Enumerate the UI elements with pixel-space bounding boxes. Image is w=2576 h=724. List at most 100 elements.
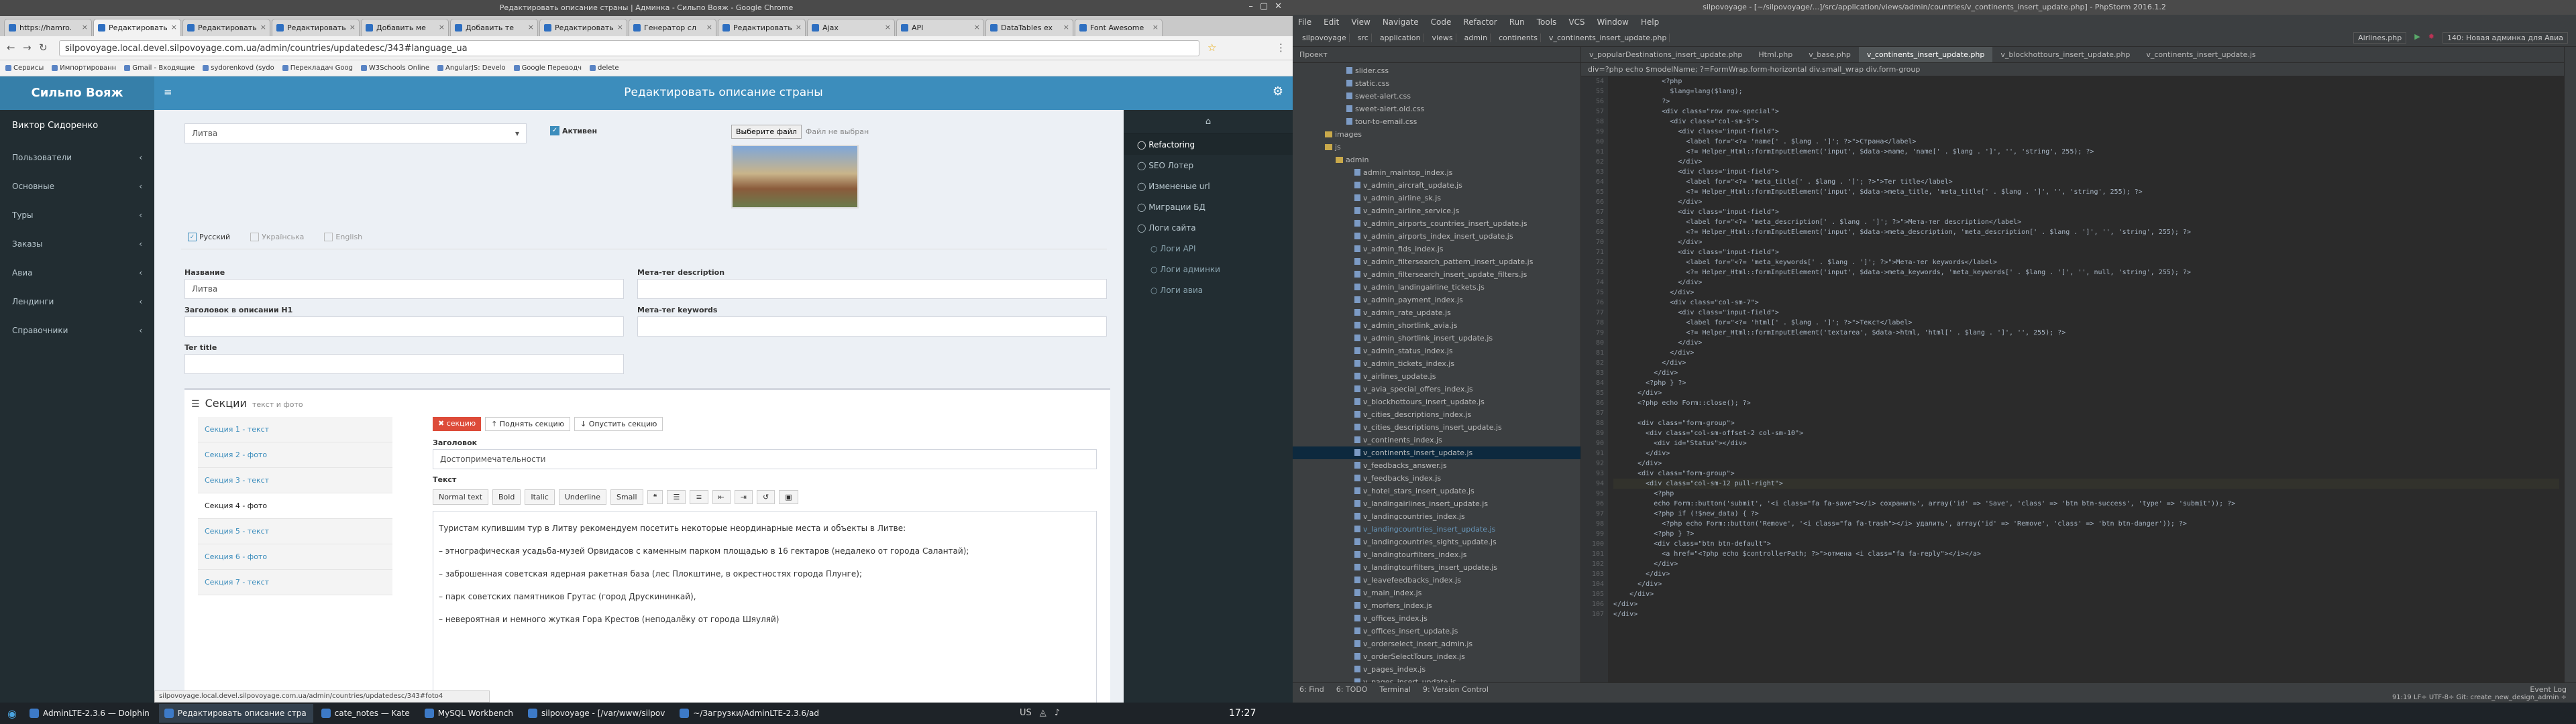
editor-tab[interactable]: v_continents_insert_update.js — [2138, 47, 2263, 62]
network-icon[interactable]: ◬ — [1040, 708, 1046, 718]
control-menu-item[interactable]: ◯ SEO Лотер — [1124, 155, 1293, 176]
ide-menu-item[interactable]: Refactor — [1463, 17, 1497, 27]
move-up-button[interactable]: ↑ Поднять секцию — [485, 417, 570, 431]
file-input[interactable]: Выберите файл Файл не выбран — [731, 125, 869, 139]
outdent-icon[interactable]: ⇤ — [712, 489, 731, 504]
country-select[interactable]: Литва ▾ — [184, 123, 527, 143]
control-menu-item[interactable]: ◯ Миграции БД — [1124, 196, 1293, 217]
run-icon[interactable]: ▶ — [2414, 32, 2420, 44]
undo-icon[interactable]: ↺ — [756, 489, 775, 504]
reload-icon[interactable]: ↻ — [39, 42, 48, 54]
tab-close-icon[interactable]: × — [171, 23, 177, 32]
taskbar-item[interactable]: cate_notes — Kate — [316, 704, 417, 723]
project-tree-item[interactable]: v_admin_shortlink_insert_update.js — [1293, 332, 1580, 345]
project-tree-item[interactable]: v_leavefeedbacks_index.js — [1293, 574, 1580, 587]
project-label[interactable]: Проект — [1299, 50, 1328, 59]
project-tree-item[interactable]: v_admin_airline_service.js — [1293, 204, 1580, 217]
meta-keywords-field[interactable] — [637, 316, 1107, 337]
sidebar-item[interactable]: Лендинги ‹ — [0, 288, 154, 316]
tab-close-icon[interactable]: × — [260, 23, 266, 32]
bookmark-star-icon[interactable]: ☆ — [1208, 42, 1216, 54]
event-log-button[interactable]: Event Log — [2530, 685, 2567, 694]
meta-description-field[interactable] — [637, 279, 1107, 299]
sidebar-item[interactable]: Туры ‹ — [0, 201, 154, 230]
ide-menu-item[interactable]: Window — [1597, 17, 1629, 27]
browser-tab[interactable]: DataTables ex × — [985, 19, 1073, 36]
ide-menu-item[interactable]: Help — [1641, 17, 1659, 27]
sidebar-item[interactable]: Заказы ‹ — [0, 230, 154, 259]
project-tree-item[interactable]: v_admin_status_index.js — [1293, 345, 1580, 357]
tool-window-tab[interactable]: 6: TODO — [1336, 685, 1368, 694]
control-menu-item[interactable]: ◯ Refactoring — [1124, 134, 1293, 155]
project-tree-item[interactable]: v_landingtourfilters_index.js — [1293, 548, 1580, 561]
project-tree-item[interactable]: v_avia_special_offers_index.js — [1293, 383, 1580, 396]
project-tree-item[interactable]: v_continents_insert_update.js — [1293, 446, 1580, 459]
editor-tab[interactable]: v_popularDestinations_insert_update.php — [1581, 47, 1750, 62]
browser-tab[interactable]: API × — [896, 19, 984, 36]
tab-close-icon[interactable]: × — [796, 23, 802, 32]
project-tree-item[interactable]: admin_maintop_index.js — [1293, 166, 1580, 179]
bookmark-item[interactable]: Импортированн — [52, 64, 116, 72]
control-menu-item[interactable]: ○ Логи API — [1124, 238, 1293, 259]
project-tree-item[interactable]: v_pages_index.js — [1293, 663, 1580, 676]
run-config-select[interactable]: Airlines.php — [2353, 32, 2407, 44]
taskbar-item[interactable]: silpovoyage - [/var/www/silpov — [523, 704, 672, 723]
project-tree-item[interactable]: sweet-alert.css — [1293, 90, 1580, 103]
ide-crumb-item[interactable]: admin — [1462, 34, 1491, 42]
h1-field[interactable] — [184, 316, 624, 337]
bookmark-item[interactable]: Gmail - Входящие — [124, 64, 195, 72]
toolbar-button[interactable]: Small — [610, 489, 643, 505]
project-tree-item[interactable]: v_feedbacks_answer.js — [1293, 459, 1580, 472]
volume-icon[interactable]: ♪ — [1055, 708, 1060, 718]
editor-tab[interactable]: Html.php — [1750, 47, 1801, 62]
project-tree-item[interactable]: images — [1293, 128, 1580, 141]
project-tree-item[interactable]: v_feedbacks_index.js — [1293, 472, 1580, 485]
tab-close-icon[interactable]: × — [885, 23, 891, 32]
gear-icon[interactable]: ⚙ — [1273, 84, 1283, 99]
quote-icon[interactable]: ❝ — [647, 489, 663, 504]
project-tree-item[interactable]: v_landingcountries_insert_update.js — [1293, 523, 1580, 536]
ide-menu-item[interactable]: Tools — [1537, 17, 1557, 27]
control-menu-item[interactable]: ◯ Измененые url — [1124, 176, 1293, 196]
control-menu-item[interactable]: ○ Логи админки — [1124, 259, 1293, 280]
project-tree-item[interactable]: v_offices_index.js — [1293, 612, 1580, 625]
image-icon[interactable]: ▣ — [779, 489, 798, 504]
bookmark-item[interactable]: AngularJS: Develo — [437, 64, 506, 72]
section-item[interactable]: Секция 5 - текст — [198, 519, 392, 544]
project-tree-item[interactable]: v_continents_index.js — [1293, 434, 1580, 446]
project-tree-item[interactable]: js — [1293, 141, 1580, 154]
ide-menu-item[interactable]: Navigate — [1383, 17, 1419, 27]
ide-menu-item[interactable]: View — [1351, 17, 1370, 27]
code-area[interactable]: <?php $lang=lang($lang); ?> <div class="… — [1613, 76, 2559, 682]
project-tree-item[interactable]: v_landingairlines_insert_update.js — [1293, 497, 1580, 510]
project-tree-item[interactable]: v_offices_insert_update.js — [1293, 625, 1580, 638]
section-item[interactable]: Секция 7 - текст — [198, 570, 392, 595]
ide-menu-item[interactable]: File — [1298, 17, 1311, 27]
project-tree-item[interactable]: slider.css — [1293, 64, 1580, 77]
taskbar-item[interactable]: MySQL Workbench — [419, 704, 520, 723]
project-tree-item[interactable]: v_airlines_update.js — [1293, 370, 1580, 383]
project-tree-item[interactable]: v_orderselect_insert_admin.js — [1293, 638, 1580, 650]
control-menu-item[interactable]: ○ Логи авиа — [1124, 280, 1293, 300]
bookmark-item[interactable]: Перекладач Goog — [282, 64, 353, 72]
title-field[interactable] — [184, 354, 624, 374]
project-tree-item[interactable]: admin — [1293, 154, 1580, 166]
name-field[interactable]: Литва — [184, 279, 624, 299]
indent-icon[interactable]: ⇥ — [734, 489, 753, 504]
browser-tab[interactable]: https://hamro. × — [4, 19, 92, 36]
toolbar-button[interactable]: Bold — [492, 489, 521, 505]
move-down-button[interactable]: ↓ Опустить секцию — [574, 417, 663, 431]
tool-window-tab[interactable]: 9: Version Control — [1423, 685, 1489, 694]
ide-crumb-item[interactable]: continents — [1496, 34, 1541, 42]
project-tree-item[interactable]: v_admin_payment_index.js — [1293, 294, 1580, 306]
ide-menu-item[interactable]: VCS — [1568, 17, 1585, 27]
tab-close-icon[interactable]: × — [350, 23, 356, 32]
chrome-menu-icon[interactable]: ⋮ — [1276, 42, 1286, 54]
project-tree-item[interactable]: v_landingcountries_sights_update.js — [1293, 536, 1580, 548]
ide-menu-item[interactable]: Edit — [1324, 17, 1339, 27]
tab-close-icon[interactable]: × — [82, 23, 88, 32]
bookmark-item[interactable]: W3Schools Online — [360, 64, 429, 72]
project-tree-item[interactable]: v_admin_filtersearch_insert_update_filte… — [1293, 268, 1580, 281]
tab-close-icon[interactable]: × — [974, 23, 980, 32]
toolbar-button[interactable]: Normal text — [433, 489, 489, 505]
